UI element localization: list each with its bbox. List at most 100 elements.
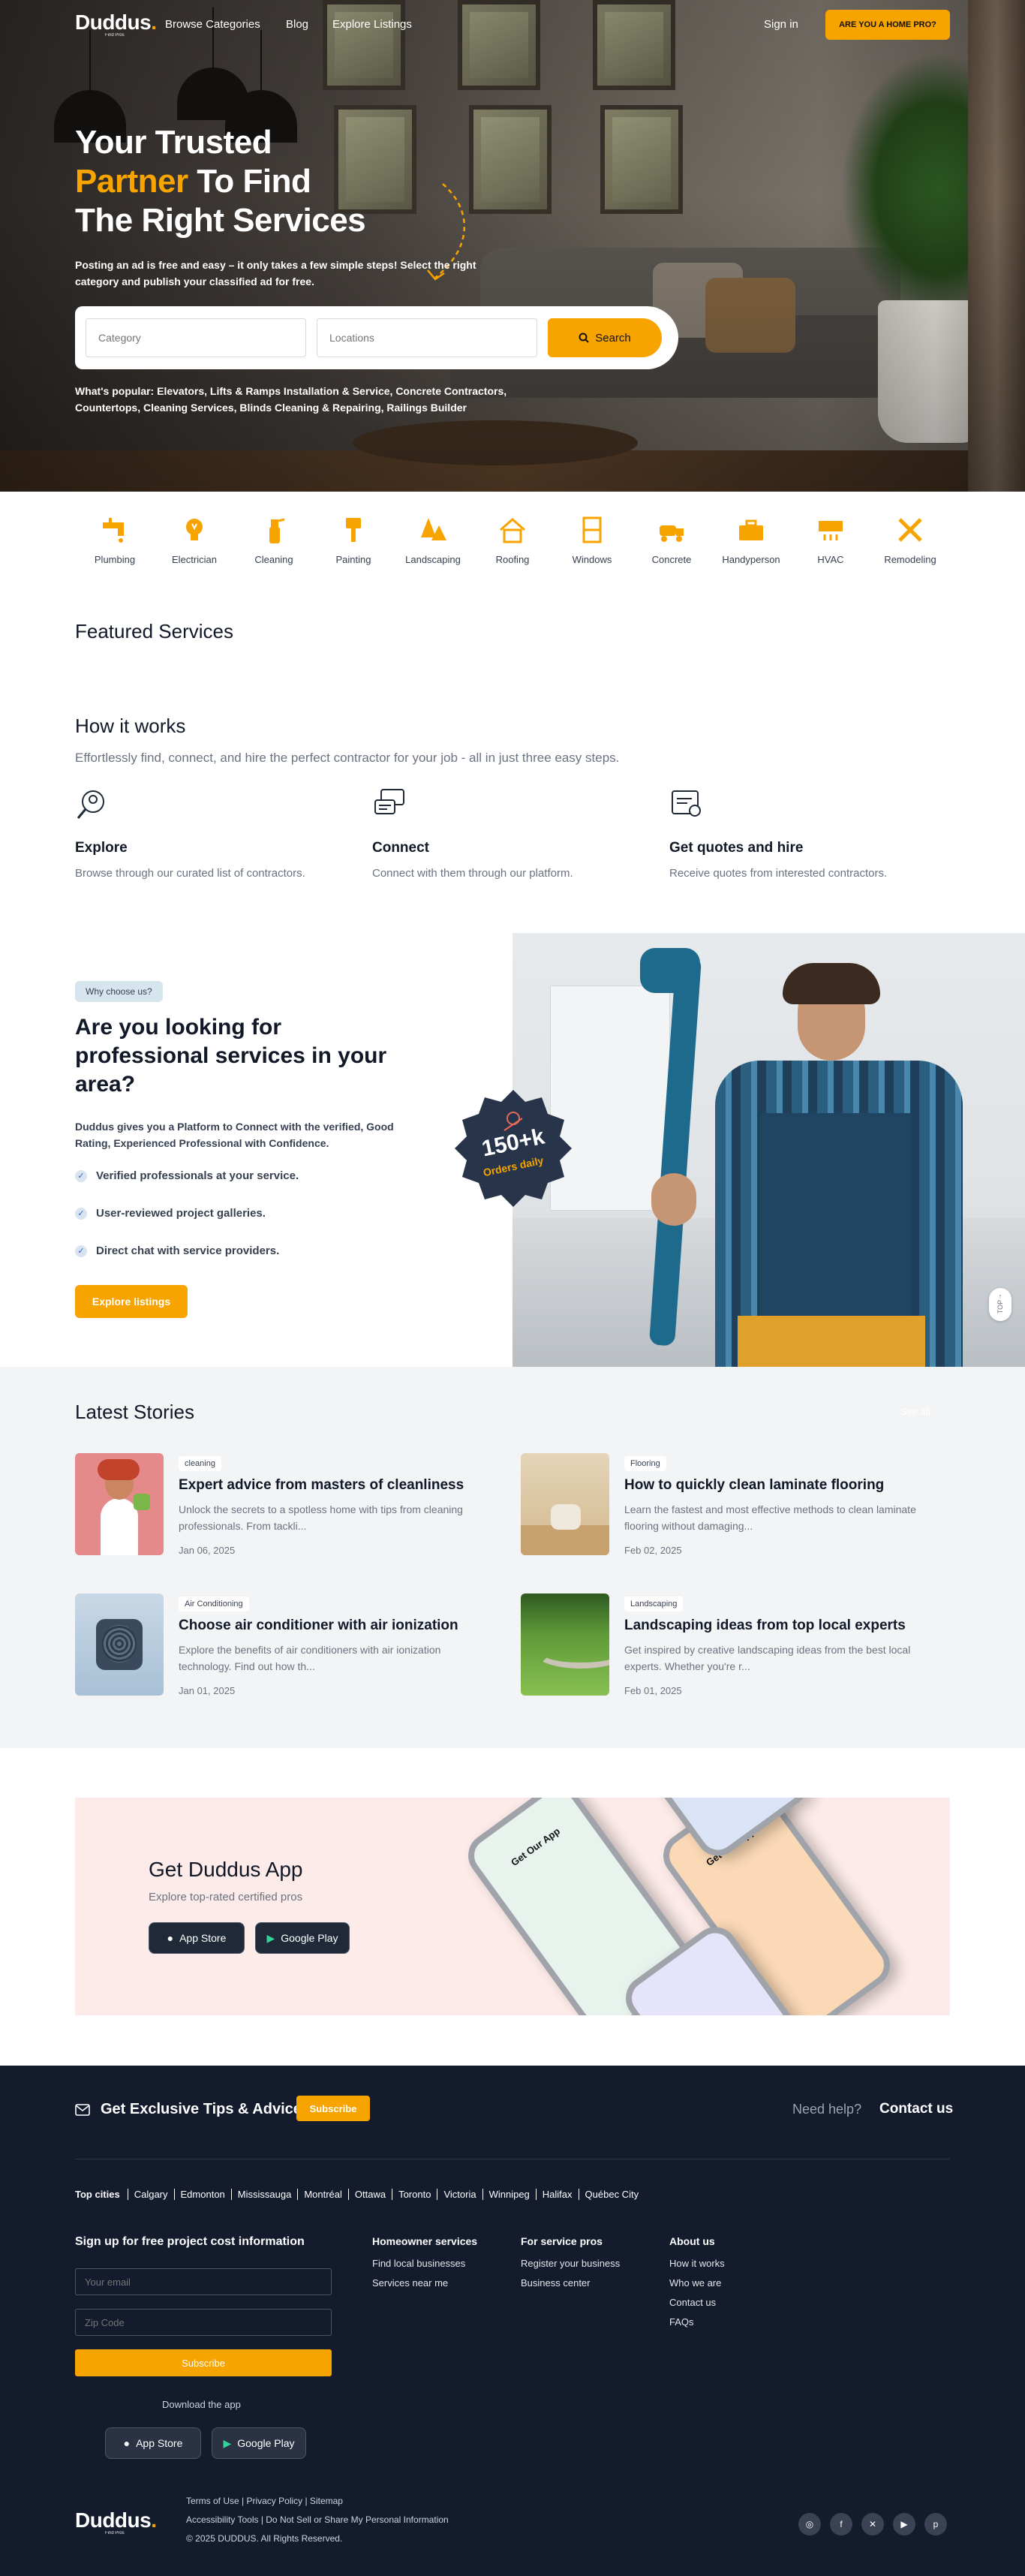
- why-title: Are you looking for professional service…: [75, 1015, 387, 1097]
- search-button[interactable]: Search: [548, 318, 662, 357]
- story-title: Expert advice from masters of cleanlines…: [179, 1477, 464, 1493]
- zip-field[interactable]: [75, 2309, 332, 2336]
- footer-link[interactable]: Find local businesses: [372, 2258, 477, 2269]
- instagram-icon[interactable]: ◎: [798, 2513, 821, 2535]
- hero-title-line2: To Find: [188, 163, 311, 200]
- home-pro-button[interactable]: ARE YOU A HOME PRO?: [825, 10, 950, 40]
- category-plumbing[interactable]: Plumbing: [75, 515, 155, 575]
- story-title: How to quickly clean laminate flooring: [624, 1477, 885, 1493]
- google-play-label: Google Play: [281, 1932, 338, 1944]
- category-label: Electrician: [172, 554, 217, 565]
- category-label: Handyperson: [722, 554, 780, 565]
- subscribe-top-button[interactable]: Subscribe: [296, 2096, 370, 2121]
- logo[interactable]: Duddus. Find Pros: [75, 11, 157, 38]
- plumbing-icon: [103, 518, 124, 543]
- category-cleaning[interactable]: Cleaning: [234, 515, 314, 575]
- nav-blog[interactable]: Blog: [286, 18, 308, 31]
- footer-link[interactable]: Business center: [521, 2277, 620, 2289]
- play-icon: ▶: [266, 1931, 275, 1944]
- category-label: Windows: [572, 554, 612, 565]
- apple-icon: ●: [167, 1932, 174, 1944]
- city-link[interactable]: Ottawa: [347, 2189, 392, 2200]
- tips-text: Get Exclusive Tips & Advice: [101, 2101, 302, 2117]
- app-banner: Get Duddus App Explore top-rated certifi…: [75, 1798, 950, 2015]
- pinterest-icon[interactable]: p: [924, 2513, 947, 2535]
- footer-app-store-button[interactable]: ● App Store: [105, 2427, 201, 2459]
- story-title: Choose air conditioner with air ionizati…: [179, 1618, 458, 1633]
- column-title: Homeowner services: [372, 2235, 478, 2247]
- category-roofing[interactable]: Roofing: [473, 515, 552, 575]
- category-remodeling[interactable]: Remodeling: [870, 515, 950, 575]
- category-concrete[interactable]: Concrete: [632, 515, 711, 575]
- footer-link[interactable]: Contact us: [669, 2297, 725, 2308]
- app-store-button[interactable]: ● App Store: [149, 1922, 245, 1954]
- check-icon: ✓: [75, 1244, 87, 1257]
- legal-line-2[interactable]: Accessibility Tools | Do Not Sell or Sha…: [186, 2511, 449, 2529]
- category-landscaping[interactable]: Landscaping: [393, 515, 473, 575]
- footer-link[interactable]: FAQs: [669, 2316, 725, 2328]
- app-store-label: App Store: [179, 1932, 227, 1944]
- scroll-top-button[interactable]: ↑ TOP: [989, 1288, 1011, 1321]
- nav-browse-categories[interactable]: Browse Categories: [165, 18, 260, 31]
- location-input[interactable]: [317, 318, 537, 357]
- category-painting[interactable]: Painting: [314, 515, 393, 575]
- footer-google-play-button[interactable]: ▶ Google Play: [212, 2427, 306, 2459]
- category-windows[interactable]: Windows: [552, 515, 632, 575]
- house-icon: [500, 518, 525, 543]
- city-link[interactable]: Victoria: [437, 2189, 482, 2200]
- city-link[interactable]: Calgary: [127, 2189, 174, 2200]
- google-play-button[interactable]: ▶ Google Play: [255, 1922, 350, 1954]
- category-label: Landscaping: [405, 554, 461, 565]
- footer-logo[interactable]: Duddus. Find Pros: [75, 2508, 157, 2535]
- story-date: Feb 01, 2025: [624, 1685, 682, 1696]
- story-tag: Landscaping: [624, 1596, 684, 1612]
- explore-listings-button[interactable]: Explore listings: [75, 1285, 188, 1318]
- why-check-item: ✓ Verified professionals at your service.: [75, 1169, 299, 1182]
- story-card[interactable]: Air Conditioning Choose air conditioner …: [75, 1593, 495, 1699]
- category-electrician[interactable]: Electrician: [155, 515, 234, 575]
- category-hvac[interactable]: HVAC: [791, 515, 870, 575]
- category-handyperson[interactable]: Handyperson: [711, 515, 791, 575]
- email-field[interactable]: [75, 2268, 332, 2295]
- story-card[interactable]: Landscaping Landscaping ideas from top l…: [521, 1593, 941, 1699]
- category-input[interactable]: [86, 318, 306, 357]
- story-card[interactable]: cleaning Expert advice from masters of c…: [75, 1453, 495, 1558]
- story-date: Jan 06, 2025: [179, 1545, 236, 1556]
- x-icon[interactable]: ✕: [861, 2513, 884, 2535]
- facebook-icon[interactable]: f: [830, 2513, 852, 2535]
- footer-link[interactable]: How it works: [669, 2258, 725, 2269]
- city-link[interactable]: Winnipeg: [482, 2189, 536, 2200]
- spray-icon: [269, 518, 285, 543]
- category-label: Concrete: [651, 554, 692, 565]
- hvac-icon: [819, 521, 843, 540]
- sign-in-link[interactable]: Sign in: [764, 18, 798, 31]
- tool-belt: [738, 1316, 925, 1367]
- city-link[interactable]: Toronto: [392, 2189, 437, 2200]
- logo-tagline: Find Pros: [105, 33, 125, 38]
- see-all-link[interactable]: See all: [900, 1406, 930, 1417]
- paint-brush-icon: [346, 518, 361, 542]
- story-date: Feb 02, 2025: [624, 1545, 682, 1556]
- legal-links: Terms of Use | Privacy Policy | Sitemap …: [186, 2492, 449, 2548]
- youtube-icon[interactable]: ▶: [893, 2513, 915, 2535]
- check-icon: ✓: [75, 1169, 87, 1182]
- subscribe-button[interactable]: Subscribe: [75, 2349, 332, 2376]
- city-link[interactable]: Mississauga: [230, 2189, 298, 2200]
- city-link[interactable]: Montréal: [297, 2189, 348, 2200]
- legal-line-1[interactable]: Terms of Use | Privacy Policy | Sitemap: [186, 2492, 449, 2511]
- city-link[interactable]: Edmonton: [173, 2189, 231, 2200]
- stories-title: Latest Stories: [75, 1401, 194, 1423]
- nav-explore-listings[interactable]: Explore Listings: [332, 18, 412, 31]
- footer-link[interactable]: Who we are: [669, 2277, 725, 2289]
- footer-link[interactable]: Register your business: [521, 2258, 620, 2269]
- category-label: Plumbing: [94, 554, 136, 565]
- city-link[interactable]: Québec City: [578, 2189, 645, 2200]
- bulb-icon: [186, 519, 203, 540]
- search-button-label: Search: [595, 331, 631, 345]
- footer-link[interactable]: Services near me: [372, 2277, 477, 2289]
- story-excerpt: Explore the benefits of air conditioners…: [179, 1644, 441, 1672]
- story-card[interactable]: Flooring How to quickly clean laminate f…: [521, 1453, 941, 1558]
- worker-hair: [783, 963, 880, 1004]
- contact-us-link[interactable]: Contact us: [879, 2101, 953, 2117]
- city-link[interactable]: Halifax: [535, 2189, 579, 2200]
